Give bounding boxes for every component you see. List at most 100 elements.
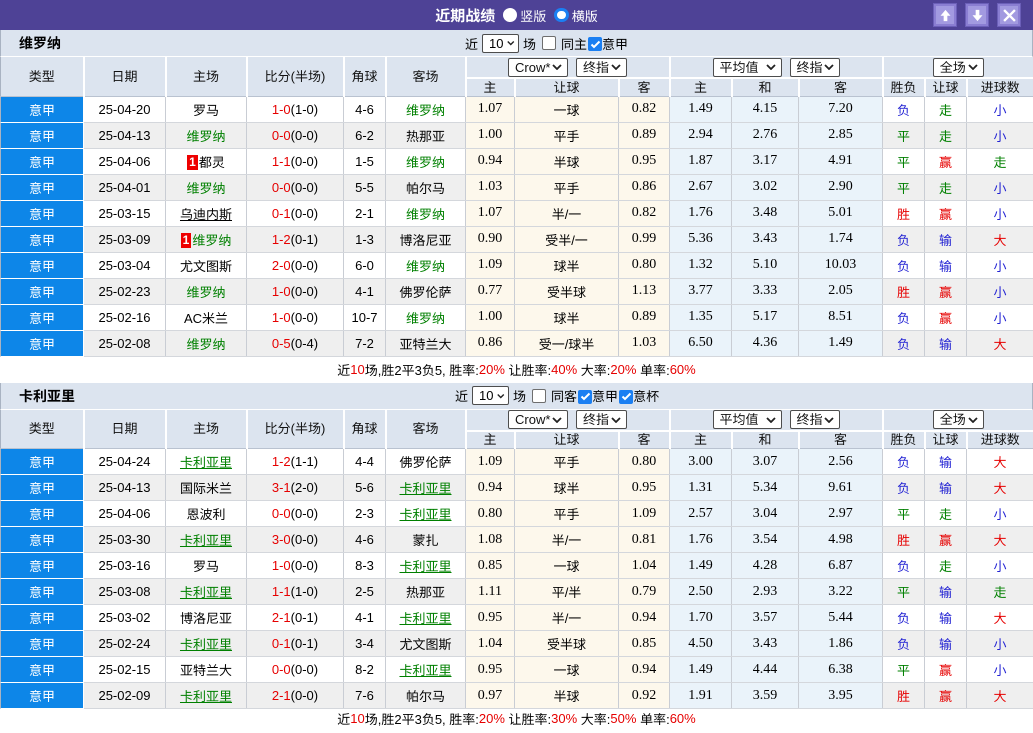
away-team-cell[interactable]: 维罗纳: [385, 304, 466, 331]
handicap-cell: 一球: [514, 656, 619, 683]
away-team-cell[interactable]: 热那亚: [385, 578, 466, 605]
away-team-cell[interactable]: 卡利亚里: [385, 552, 466, 579]
avg-draw-cell: 3.04: [731, 500, 800, 527]
away-team-cell[interactable]: 蒙扎: [385, 526, 466, 553]
close-button[interactable]: [998, 4, 1020, 26]
away-team-cell[interactable]: 维罗纳: [385, 252, 466, 279]
away-team-cell[interactable]: 尤文图斯: [385, 630, 466, 657]
score-cell: 1-2(0-1): [246, 226, 344, 253]
result-cell: 负: [882, 330, 926, 357]
home-team-cell[interactable]: 卡利亚里: [165, 578, 247, 605]
move-up-button[interactable]: [934, 4, 956, 26]
date-cell: 25-03-08: [83, 578, 166, 605]
away-team-cell[interactable]: 帕尔马: [385, 174, 466, 201]
match-count-select[interactable]: 10: [482, 33, 520, 53]
home-team-cell[interactable]: 恩波利: [165, 500, 247, 527]
avg-source-select[interactable]: 平均值: [712, 410, 782, 429]
odds-time-select[interactable]: 终指: [576, 410, 627, 429]
away-team-cell[interactable]: 佛罗伦萨: [385, 448, 466, 475]
away-team-cell[interactable]: 卡利亚里: [385, 604, 466, 631]
odds-source-select[interactable]: Crow*: [508, 57, 568, 76]
odds-group-header: Crow* 终指: [464, 409, 671, 432]
home-odds-cell: 0.94: [465, 474, 515, 501]
away-team-cell[interactable]: 维罗纳: [385, 148, 466, 175]
home-team-cell[interactable]: 卡利亚里: [165, 448, 247, 475]
avg-home-cell: 1.31: [669, 474, 733, 501]
home-team-cell[interactable]: 亚特兰大: [165, 656, 247, 683]
horizontal-layout-label[interactable]: 横版: [572, 6, 598, 25]
vertical-layout-radio[interactable]: [503, 8, 518, 22]
score-cell: 1-1(1-0): [246, 578, 344, 605]
home-team-cell[interactable]: 乌迪内斯: [165, 200, 247, 227]
home-team-cell[interactable]: 维罗纳: [165, 330, 247, 357]
match-row: 意甲 25-03-08 卡利亚里 1-1(1-0) 2-5 热那亚 1.11 平/半 0.79 2…: [0, 578, 1033, 605]
col-corner: 角球: [342, 57, 387, 97]
home-odds-cell: 1.09: [465, 448, 515, 475]
avg-source-select[interactable]: 平均值: [712, 57, 782, 76]
away-team-cell[interactable]: 卡利亚里: [385, 500, 466, 527]
avg-home-cell: 1.76: [669, 200, 733, 227]
handicap-result-cell: 赢: [924, 656, 968, 683]
scope-select[interactable]: 全场: [932, 57, 984, 76]
away-team-cell[interactable]: 佛罗伦萨: [385, 278, 466, 305]
odds-time-select[interactable]: 终指: [576, 57, 627, 76]
home-team-cell[interactable]: 尤文图斯: [165, 252, 247, 279]
move-down-button[interactable]: [966, 4, 988, 26]
same-venue-checkbox[interactable]: [532, 388, 547, 403]
filter-controls: 近 10 场 同客 意甲 意杯: [455, 383, 659, 409]
odds-source-select[interactable]: Crow*: [508, 410, 568, 429]
league-cell: 意甲: [0, 226, 84, 253]
match-count-select[interactable]: 10: [472, 386, 510, 405]
avg-home-cell: 1.49: [669, 656, 733, 683]
avg-time-select[interactable]: 终指: [789, 57, 840, 76]
match-row: 意甲 25-02-23 维罗纳 1-0(0-0) 4-1 佛罗伦萨 0.77 受半球 1.13 3…: [0, 278, 1033, 305]
avg-away-cell: 2.85: [798, 122, 884, 149]
handicap-result-cell: 赢: [924, 200, 968, 227]
match-row: 意甲 25-02-08 维罗纳 0-5(0-4) 7-2 亚特兰大 0.86 受一/球半 1.0…: [0, 330, 1033, 357]
handicap-cell: 半球: [514, 682, 619, 709]
handicap-cell: 受一/球半: [514, 330, 619, 357]
away-team-cell[interactable]: 博洛尼亚: [385, 226, 466, 253]
avg-home-cell: 5.36: [669, 226, 733, 253]
home-team-cell[interactable]: AC米兰: [165, 304, 247, 331]
home-team-cell[interactable]: 罗马: [165, 96, 247, 123]
horizontal-layout-radio[interactable]: [554, 7, 569, 23]
subcol-进球数: 进球数: [965, 430, 1033, 449]
home-team-cell[interactable]: 卡利亚里: [165, 526, 247, 553]
avg-draw-cell: 3.33: [731, 278, 800, 305]
away-team-cell[interactable]: 维罗纳: [385, 96, 466, 123]
home-team-cell[interactable]: 1 都灵: [165, 148, 247, 175]
col-away: 客场: [384, 409, 467, 449]
home-team-cell[interactable]: 罗马: [165, 552, 247, 579]
home-team-cell[interactable]: 维罗纳: [165, 174, 247, 201]
avg-draw-cell: 4.28: [731, 552, 800, 579]
away-team-cell[interactable]: 维罗纳: [385, 200, 466, 227]
away-team-cell[interactable]: 热那亚: [385, 122, 466, 149]
avg-home-cell: 2.50: [669, 578, 733, 605]
result-cell: 负: [882, 552, 926, 579]
home-team-cell[interactable]: 国际米兰: [165, 474, 247, 501]
league-cell: 意甲: [0, 578, 84, 605]
league-filter-checkbox[interactable]: [588, 37, 603, 51]
avg-time-select[interactable]: 终指: [789, 410, 840, 429]
away-team-cell[interactable]: 亚特兰大: [385, 330, 466, 357]
league-cell: 意甲: [0, 526, 84, 553]
away-team-cell[interactable]: 帕尔马: [385, 682, 466, 709]
league-filter-checkbox[interactable]: [578, 389, 593, 404]
home-team-cell[interactable]: 卡利亚里: [165, 630, 247, 657]
scope-select[interactable]: 全场: [932, 410, 984, 429]
same-venue-checkbox[interactable]: [542, 36, 557, 50]
vertical-layout-label[interactable]: 竖版: [520, 6, 546, 25]
away-team-cell[interactable]: 卡利亚里: [385, 656, 466, 683]
handicap-cell: 受半球: [514, 278, 619, 305]
home-team-cell[interactable]: 1 维罗纳: [165, 226, 247, 253]
away-team-cell[interactable]: 卡利亚里: [385, 474, 466, 501]
home-team-cell[interactable]: 卡利亚里: [165, 682, 247, 709]
home-team-cell[interactable]: 维罗纳: [165, 122, 247, 149]
down-arrow-icon: [972, 9, 982, 21]
home-team-cell[interactable]: 博洛尼亚: [165, 604, 247, 631]
home-team-cell[interactable]: 维罗纳: [165, 278, 247, 305]
corner-cell: 8-2: [343, 656, 386, 683]
league-filter-checkbox[interactable]: [619, 389, 634, 404]
avg-home-cell: 1.87: [669, 148, 733, 175]
